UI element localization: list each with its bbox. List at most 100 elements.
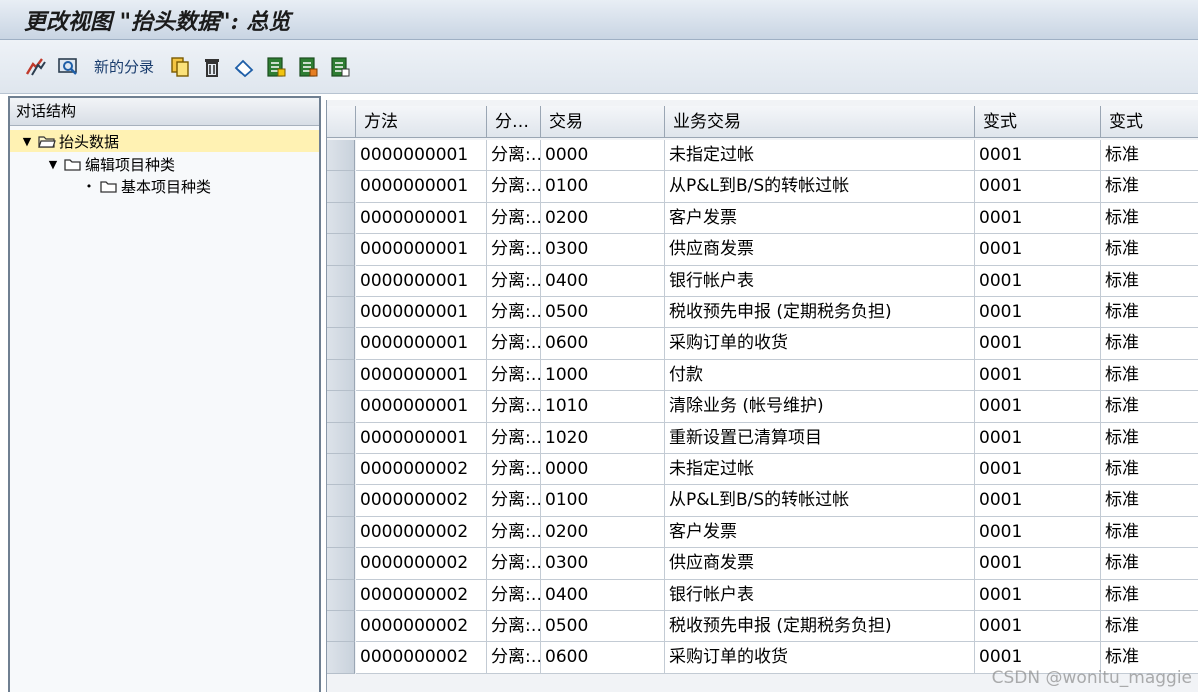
tree-node-header-data[interactable]: ▼ 抬头数据 <box>10 130 319 152</box>
cell-method[interactable]: 0000000002 <box>356 516 487 549</box>
copy-button[interactable] <box>168 53 192 81</box>
cell-transaction[interactable]: 0500 <box>541 611 665 643</box>
cell-variant[interactable]: 0001 <box>975 328 1101 360</box>
edit-button[interactable] <box>24 53 48 81</box>
cell-business-transaction[interactable]: 从P&L到B/S的转帐过帐 <box>665 171 975 203</box>
cell-business-transaction[interactable]: 客户发票 <box>665 516 975 549</box>
tree-node-basic-item-types[interactable]: • 基本项目种类 <box>10 175 319 197</box>
delete-button[interactable] <box>200 53 224 81</box>
row-selector[interactable] <box>327 234 355 266</box>
cell-transaction[interactable]: 1010 <box>541 391 665 423</box>
table-row[interactable]: 0000000001分离:…0100从P&L到B/S的转帐过帐0001标准 <box>327 171 1198 203</box>
cell-business-transaction[interactable]: 客户发票 <box>665 202 975 235</box>
cell-method[interactable]: 0000000001 <box>356 265 487 297</box>
cell-variant[interactable]: 0001 <box>975 171 1101 203</box>
cell-split[interactable]: 分离:… <box>487 548 541 580</box>
cell-variant-text[interactable]: 标准 <box>1101 391 1198 423</box>
table-row[interactable]: 0000000002分离:…0100从P&L到B/S的转帐过帐0001标准 <box>327 485 1198 517</box>
cell-transaction[interactable]: 0000 <box>541 454 665 486</box>
cell-variant-text[interactable]: 标准 <box>1101 516 1198 549</box>
table-row[interactable]: 0000000002分离:…0300供应商发票0001标准 <box>327 548 1198 580</box>
row-selector[interactable] <box>327 485 355 517</box>
cell-transaction[interactable]: 0600 <box>541 642 665 674</box>
cell-method[interactable]: 0000000001 <box>356 422 487 454</box>
cell-split[interactable]: 分离:… <box>487 234 541 266</box>
tree-node-edit-item-types[interactable]: ▼ 编辑项目种类 <box>10 153 319 175</box>
cell-business-transaction[interactable]: 供应商发票 <box>665 234 975 266</box>
cell-variant-text[interactable]: 标准 <box>1101 234 1198 266</box>
cell-split[interactable]: 分离:… <box>487 140 541 172</box>
row-selector[interactable] <box>327 422 355 454</box>
cell-split[interactable]: 分离:… <box>487 265 541 297</box>
cell-business-transaction[interactable]: 银行帐户表 <box>665 265 975 297</box>
cell-method[interactable]: 0000000002 <box>356 454 487 486</box>
cell-variant-text[interactable]: 标准 <box>1101 548 1198 580</box>
cell-business-transaction[interactable]: 银行帐户表 <box>665 579 975 611</box>
cell-method[interactable]: 0000000001 <box>356 297 487 329</box>
cell-split[interactable]: 分离:… <box>487 516 541 549</box>
cell-split[interactable]: 分离:… <box>487 422 541 454</box>
cell-transaction[interactable]: 0400 <box>541 265 665 297</box>
select-all-rows-cell[interactable] <box>327 106 356 138</box>
cell-variant[interactable]: 0001 <box>975 140 1101 172</box>
new-entries-button[interactable]: 新的分录 <box>88 53 160 81</box>
row-selector[interactable] <box>327 611 355 643</box>
cell-variant-text[interactable]: 标准 <box>1101 140 1198 172</box>
cell-business-transaction[interactable]: 从P&L到B/S的转帐过帐 <box>665 485 975 517</box>
cell-business-transaction[interactable]: 未指定过帐 <box>665 140 975 172</box>
cell-method[interactable]: 0000000001 <box>356 391 487 423</box>
table-row[interactable]: 0000000001分离:…0200客户发票0001标准 <box>327 202 1198 235</box>
column-header-split[interactable]: 分… <box>487 106 541 138</box>
cell-variant[interactable]: 0001 <box>975 611 1101 643</box>
cell-business-transaction[interactable]: 税收预先申报 (定期税务负担) <box>665 611 975 643</box>
table-row[interactable]: 0000000001分离:…1010清除业务 (帐号维护)0001标准 <box>327 391 1198 423</box>
cell-transaction[interactable]: 0000 <box>541 140 665 172</box>
cell-variant[interactable]: 0001 <box>975 579 1101 611</box>
cell-variant-text[interactable]: 标准 <box>1101 454 1198 486</box>
cell-method[interactable]: 0000000002 <box>356 611 487 643</box>
cell-variant-text[interactable]: 标准 <box>1101 202 1198 235</box>
table-row[interactable]: 0000000002分离:…0400银行帐户表0001标准 <box>327 579 1198 611</box>
row-selector[interactable] <box>327 171 355 203</box>
cell-variant[interactable]: 0001 <box>975 485 1101 517</box>
table-row[interactable]: 0000000001分离:…0300供应商发票0001标准 <box>327 234 1198 266</box>
column-header-transaction[interactable]: 交易 <box>541 106 665 138</box>
cell-variant-text[interactable]: 标准 <box>1101 328 1198 360</box>
cell-method[interactable]: 0000000001 <box>356 328 487 360</box>
cell-split[interactable]: 分离:… <box>487 485 541 517</box>
cell-transaction[interactable]: 0200 <box>541 202 665 235</box>
row-selector[interactable] <box>327 516 355 549</box>
cell-split[interactable]: 分离:… <box>487 611 541 643</box>
cell-method[interactable]: 0000000001 <box>356 140 487 172</box>
cell-split[interactable]: 分离:… <box>487 642 541 674</box>
cell-variant-text[interactable]: 标准 <box>1101 171 1198 203</box>
cell-variant-text[interactable]: 标准 <box>1101 359 1198 392</box>
row-selector[interactable] <box>327 202 355 235</box>
row-selector[interactable] <box>327 579 355 611</box>
cell-transaction[interactable]: 0300 <box>541 548 665 580</box>
cell-variant-text[interactable]: 标准 <box>1101 422 1198 454</box>
cell-split[interactable]: 分离:… <box>487 297 541 329</box>
table-row[interactable]: 0000000002分离:…0000未指定过帐0001标准 <box>327 454 1198 486</box>
cell-method[interactable]: 0000000002 <box>356 485 487 517</box>
cell-variant[interactable]: 0001 <box>975 234 1101 266</box>
row-selector[interactable] <box>327 140 355 172</box>
table-row[interactable]: 0000000002分离:…0200客户发票0001标准 <box>327 516 1198 549</box>
column-header-variant-text[interactable]: 变式 <box>1101 106 1198 138</box>
cell-variant-text[interactable]: 标准 <box>1101 579 1198 611</box>
row-selector[interactable] <box>327 391 355 423</box>
cell-business-transaction[interactable]: 清除业务 (帐号维护) <box>665 391 975 423</box>
cell-business-transaction[interactable]: 未指定过帐 <box>665 454 975 486</box>
row-selector[interactable] <box>327 328 355 360</box>
cell-method[interactable]: 0000000002 <box>356 579 487 611</box>
cell-variant[interactable]: 0001 <box>975 548 1101 580</box>
cell-business-transaction[interactable]: 税收预先申报 (定期税务负担) <box>665 297 975 329</box>
cell-transaction[interactable]: 1020 <box>541 422 665 454</box>
cell-variant[interactable]: 0001 <box>975 359 1101 392</box>
cell-business-transaction[interactable]: 重新设置已清算项目 <box>665 422 975 454</box>
table-row[interactable]: 0000000001分离:…0600采购订单的收货0001标准 <box>327 328 1198 360</box>
cell-business-transaction[interactable]: 采购订单的收货 <box>665 642 975 674</box>
row-selector[interactable] <box>327 642 355 674</box>
cell-variant-text[interactable]: 标准 <box>1101 297 1198 329</box>
cell-transaction[interactable]: 0600 <box>541 328 665 360</box>
